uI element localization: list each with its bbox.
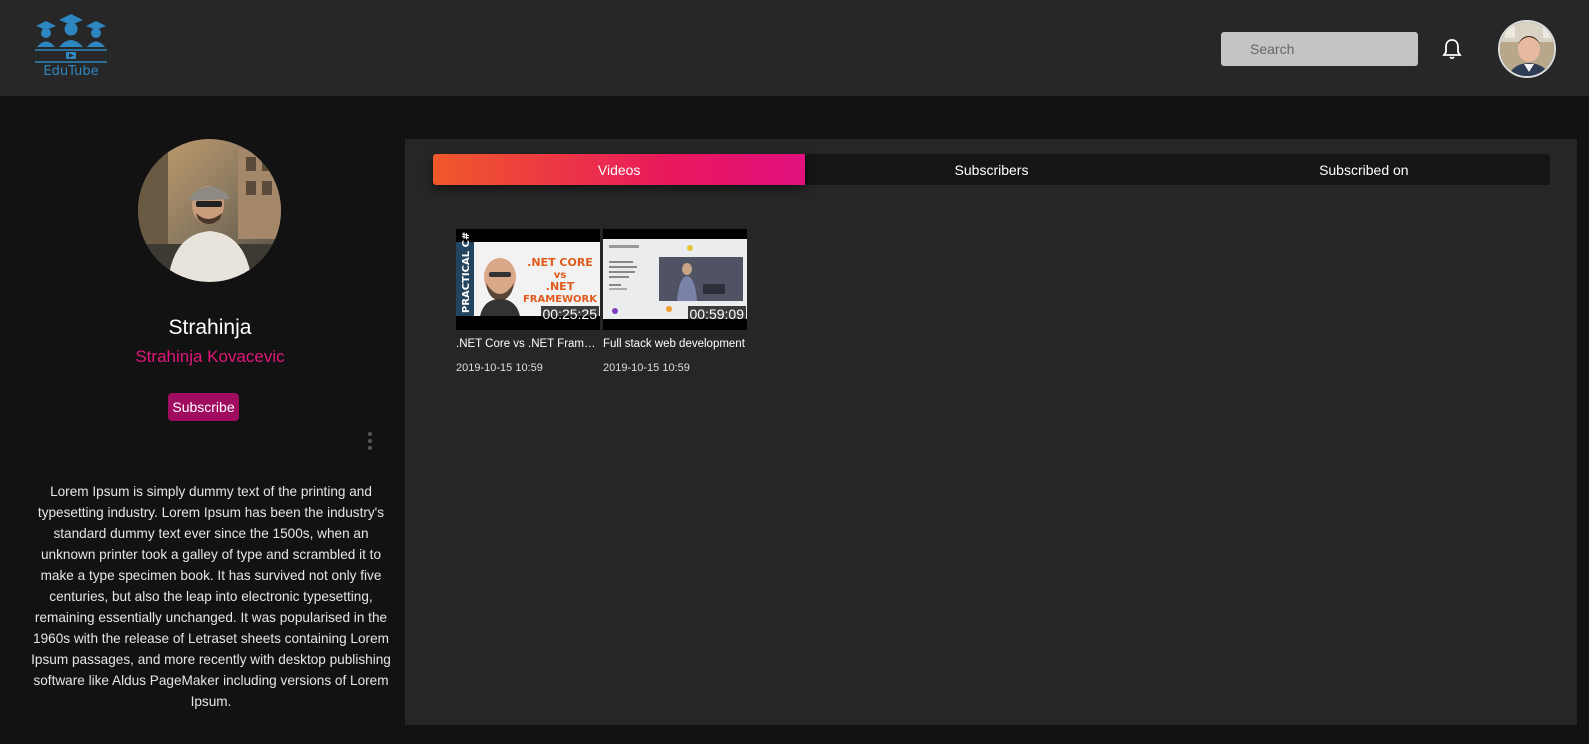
more-options-icon[interactable]	[367, 432, 373, 454]
search-input[interactable]	[1221, 32, 1418, 66]
tab-videos[interactable]: Videos	[433, 154, 806, 185]
thumb-line-3: .NET	[546, 280, 575, 293]
thumb-line-1: .NET CORE	[527, 256, 593, 269]
video-thumbnail[interactable]: PRACTICAL C# .NET CORE vs .NET FRAMEWORK…	[456, 229, 600, 330]
video-duration: 00:25:25	[540, 306, 599, 322]
thumb-line-4: FRAMEWORK	[523, 294, 598, 305]
thumb-caption: WITH TIM COREY	[483, 307, 517, 312]
video-date: 2019-10-15 10:59	[603, 362, 690, 374]
channel-username: Strahinja	[168, 316, 252, 339]
thumb-side-text: PRACTICAL C#	[461, 232, 472, 313]
tab-subscribed-on[interactable]: Subscribed on	[1178, 154, 1550, 185]
subscribe-button[interactable]: Subscribe	[168, 393, 239, 421]
edutube-logo[interactable]: EduTube	[33, 14, 109, 82]
channel-tabs: Videos Subscribers Subscribed on	[433, 154, 1550, 185]
top-header: EduTube	[0, 0, 1589, 96]
channel-bio: Lorem Ipsum is simply dummy text of the …	[31, 484, 391, 709]
user-avatar[interactable]	[1498, 20, 1556, 78]
channel-full-name: Strahinja Kovacevic	[135, 347, 285, 366]
profile-avatar	[138, 139, 281, 282]
video-card[interactable]: 00:59:09 Full stack web development 2019…	[603, 229, 747, 374]
logo-text: EduTube	[43, 64, 99, 79]
bell-icon[interactable]	[1442, 38, 1462, 60]
video-date: 2019-10-15 10:59	[456, 362, 543, 374]
graduates-icon	[35, 14, 107, 63]
video-title[interactable]: .NET Core vs .NET Framework	[456, 338, 600, 350]
video-card[interactable]: PRACTICAL C# .NET CORE vs .NET FRAMEWORK…	[456, 229, 600, 374]
video-duration: 00:59:09	[687, 306, 746, 322]
video-thumbnail[interactable]: 00:59:09	[603, 229, 747, 330]
video-title[interactable]: Full stack web development	[603, 338, 747, 350]
tab-subscribers[interactable]: Subscribers	[805, 154, 1177, 185]
content-panel: Videos Subscribers Subscribed on PRACTIC…	[405, 139, 1577, 725]
